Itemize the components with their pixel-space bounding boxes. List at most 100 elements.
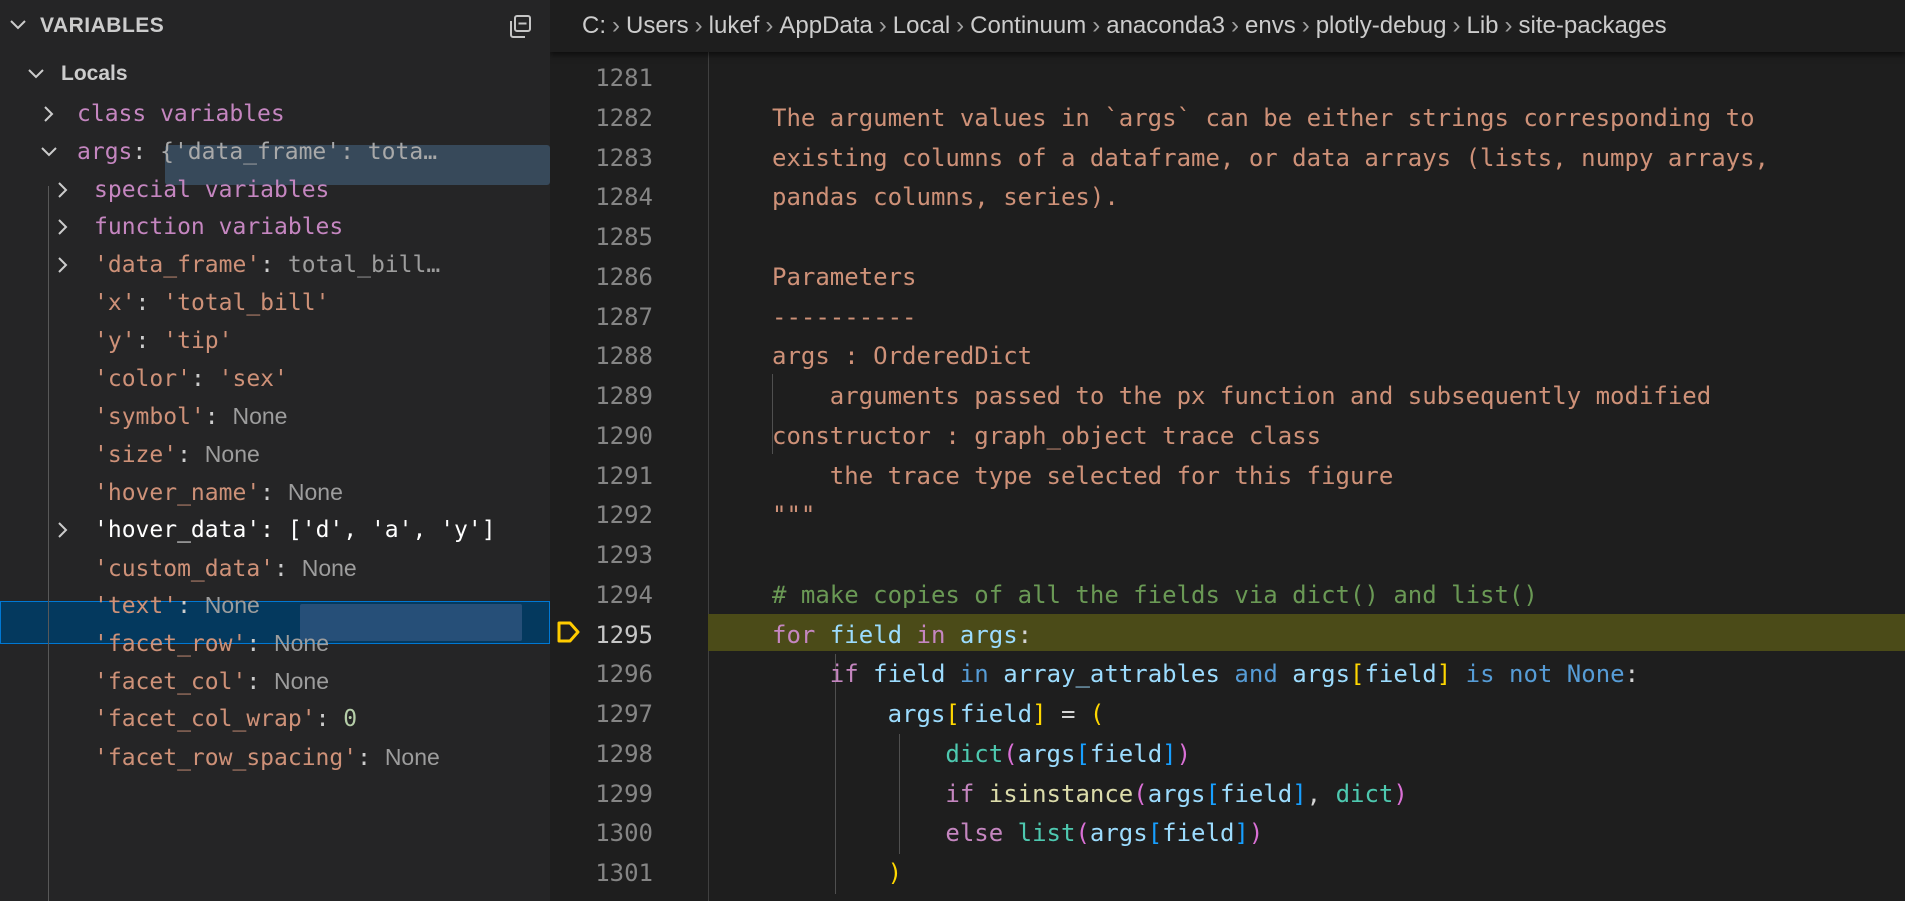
code-line: 1299 if isinstance(args[field], dict): [550, 774, 1905, 814]
line-number[interactable]: 1286: [550, 257, 653, 297]
breadcrumb-item[interactable]: lukef: [709, 12, 760, 39]
breadcrumb-separator-icon: ›: [1092, 12, 1101, 39]
breadcrumb-path: C: › Users › lukef › AppData › Local › Continuum › a…: [582, 12, 1667, 40]
chevron-right-icon[interactable]: [54, 217, 72, 237]
breadcrumb-item[interactable]: AppData: [779, 12, 872, 39]
line-number[interactable]: 1295: [550, 615, 653, 655]
variables-panel-header[interactable]: VARIABLES: [0, 0, 550, 54]
chevron-right-icon[interactable]: [54, 180, 72, 200]
line-number[interactable]: 1281: [550, 58, 653, 98]
code-text: args[field] = (: [772, 694, 1105, 734]
name-value-separator: :: [260, 480, 288, 506]
code-line: 1301 ): [550, 853, 1905, 893]
code-token: if: [945, 779, 975, 808]
breadcrumb-item[interactable]: Continuum: [970, 12, 1086, 39]
code-text: ): [772, 853, 902, 893]
code-token: field: [1162, 819, 1235, 848]
code-token: The argument values in `args` can be eit…: [772, 103, 1755, 132]
variable-value: None: [274, 630, 330, 657]
line-number[interactable]: 1293: [550, 535, 653, 575]
code-token: =: [1046, 700, 1090, 728]
line-number[interactable]: 1288: [550, 336, 653, 376]
line-number[interactable]: 1287: [550, 297, 653, 337]
line-number[interactable]: 1300: [550, 813, 653, 853]
breadcrumb-item[interactable]: Lib: [1466, 12, 1498, 39]
line-number[interactable]: 1282: [550, 98, 653, 138]
code-text: # make copies of all the fields via dict…: [772, 575, 1538, 615]
line-number[interactable]: 1298: [550, 734, 653, 774]
breadcrumb: C: › Users › lukef › AppData › Local › Continuum › a…: [550, 0, 1905, 52]
chevron-right-icon[interactable]: [54, 255, 72, 275]
code-line: 1296 if field in array_attrables and arg…: [550, 654, 1905, 694]
code-token: [: [1350, 660, 1365, 689]
breadcrumb-item[interactable]: Users: [626, 12, 689, 39]
scope-locals-label: Locals: [61, 62, 128, 85]
code-token: is not: [1465, 660, 1553, 689]
code-token: ]: [1292, 779, 1307, 808]
breadcrumb-item[interactable]: plotly-debug: [1316, 12, 1447, 39]
line-number[interactable]: 1301: [550, 853, 653, 893]
breadcrumb-item[interactable]: site-packages: [1519, 12, 1667, 39]
variable-name: 'text': [94, 593, 178, 620]
code-editor[interactable]: 1281 1282 The argument values in `args` ca…: [550, 0, 1905, 901]
variable-name: 'size': [94, 442, 178, 469]
scope-locals[interactable]: Locals: [0, 54, 550, 94]
code-line: 1282 The argument values in `args` can be…: [550, 98, 1905, 138]
code-line: 1283 existing columns of a dataframe, or …: [550, 138, 1905, 178]
line-number[interactable]: 1290: [550, 416, 653, 456]
code-token: and: [1234, 660, 1278, 689]
breadcrumb-item[interactable]: Local: [893, 12, 950, 39]
variable-name: 'facet_row': [94, 631, 247, 658]
code-token: [: [1205, 779, 1220, 808]
line-number[interactable]: 1289: [550, 376, 653, 416]
breadcrumb-separator-icon: ›: [878, 12, 887, 39]
variable-name: function variables: [94, 214, 344, 241]
code-line: 1291 the trace type selected for this fi…: [550, 456, 1905, 496]
line-number[interactable]: 1299: [550, 774, 653, 814]
code-token: field: [959, 700, 1033, 728]
line-number[interactable]: 1291: [550, 456, 653, 496]
line-number[interactable]: 1284: [550, 177, 653, 217]
line-number[interactable]: 1283: [550, 138, 653, 178]
variable-name: 'color': [94, 365, 191, 392]
line-number[interactable]: 1285: [550, 217, 653, 257]
breadcrumb-item[interactable]: C:: [582, 12, 606, 39]
collapse-all-icon[interactable]: [506, 13, 534, 41]
code-token: list: [1017, 819, 1076, 848]
breadcrumb-separator-icon: ›: [1301, 12, 1310, 39]
breadcrumb-item[interactable]: envs: [1245, 12, 1296, 39]
variable-value: 'tip': [163, 327, 233, 354]
variable-row-facet-row-spacing[interactable]: 'facet_row_spacing': None: [0, 735, 550, 779]
line-number[interactable]: 1292: [550, 495, 653, 535]
line-number[interactable]: 1302: [550, 893, 653, 901]
name-value-separator: :: [357, 744, 385, 771]
code-line: 1298 dict(args[field]): [550, 734, 1905, 774]
name-value-separator: :: [315, 705, 344, 732]
code-token: in: [959, 660, 989, 689]
breadcrumb-item[interactable]: anaconda3: [1106, 12, 1225, 39]
name-value-separator: :: [260, 252, 288, 279]
chevron-right-icon[interactable]: [54, 520, 72, 540]
line-number[interactable]: 1297: [550, 694, 653, 734]
variable-value: None: [384, 743, 440, 770]
code-line: 1294 # make copies of all the fields via …: [550, 575, 1905, 615]
line-number[interactable]: 1296: [550, 654, 653, 694]
code-token: for: [772, 620, 816, 649]
code-token: if: [829, 660, 859, 689]
variable-value: None: [204, 592, 260, 619]
line-number[interactable]: 1294: [550, 575, 653, 615]
code-token: ----------: [772, 302, 917, 331]
variable-name: 'custom_data': [94, 555, 275, 582]
code-token: constructor : graph_object trace class: [772, 421, 1322, 450]
chevron-right-icon[interactable]: [40, 104, 58, 124]
name-value-separator: :: [246, 669, 275, 695]
code-text: """: [772, 495, 815, 535]
code-token: ]: [1436, 660, 1452, 689]
chevron-down-icon[interactable]: [40, 142, 58, 162]
code-token: (: [1003, 739, 1018, 768]
name-value-separator: :: [204, 404, 233, 431]
